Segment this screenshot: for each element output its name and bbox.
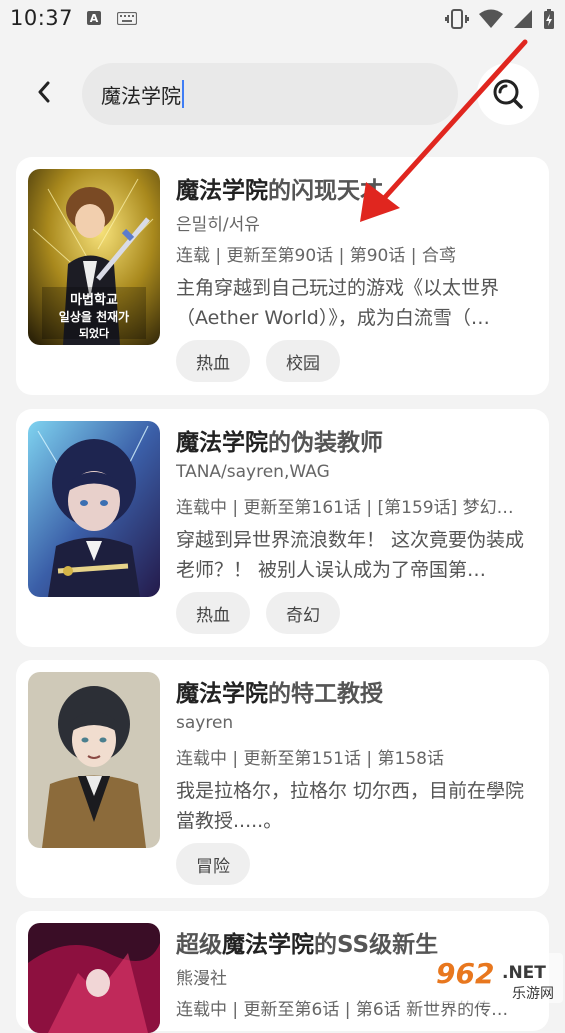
result-title[interactable]: 魔法学院的特工教授: [176, 674, 383, 708]
vibrate-icon: [445, 9, 469, 29]
result-title[interactable]: 魔法学院的闪现天才: [176, 171, 383, 205]
watermark-logo: 962 .NET 乐游网: [428, 953, 563, 1003]
tag-chip[interactable]: 奇幻: [266, 592, 340, 634]
cover-image[interactable]: [28, 421, 160, 597]
watermark-number: 962: [436, 957, 494, 990]
text-caret: [182, 80, 184, 108]
tag-chip[interactable]: 校园: [266, 340, 340, 382]
result-card[interactable]: 魔法学院的特工教授 sayren 连载中 | 更新至第151话 | 第158话 …: [16, 660, 549, 898]
result-title[interactable]: 超级魔法学院的SS级新生: [176, 925, 438, 959]
watermark-sub: 乐游网: [512, 986, 554, 1002]
result-description: 穿越到异世界流浪数年！ 这次竟要伪装成老师？！ 被别人误认成为了帝国第…: [176, 529, 525, 581]
search-icon: [493, 79, 523, 109]
result-info: 连载中 | 更新至第151话 | 第158话: [176, 749, 444, 769]
back-button[interactable]: [22, 72, 66, 112]
font-a-icon: A: [87, 11, 101, 25]
search-input[interactable]: 魔法学院: [82, 63, 458, 125]
cover-image[interactable]: 마법학교 일상을 천재가 되었다: [28, 169, 160, 345]
status-bar: 10:37 A: [0, 0, 565, 40]
result-title[interactable]: 魔法学院的伪装教师: [176, 423, 383, 457]
tag-chip[interactable]: 热血: [176, 592, 250, 634]
cover-image[interactable]: [28, 672, 160, 848]
status-time: 10:37: [10, 6, 74, 30]
watermark-suffix: .NET: [502, 963, 546, 983]
svg-text:되었다: 되었다: [79, 326, 110, 340]
result-description: 我是拉格尔，拉格尔 切尔西，目前在學院當教授.....。: [176, 780, 525, 832]
wifi-icon: [479, 9, 503, 28]
result-info: 连载 | 更新至第90话 | 第90话 | 合鸢: [176, 246, 456, 266]
tag-chip[interactable]: 热血: [176, 340, 250, 382]
result-info: 连载中 | 更新至第161话 | [第159话] 梦幻…: [176, 498, 514, 518]
svg-text:마법학교: 마법학교: [70, 292, 118, 308]
signal-icon: [514, 10, 532, 28]
svg-text:일상을 천재가: 일상을 천재가: [59, 309, 129, 324]
tag-list: 热血 校园: [176, 340, 340, 382]
search-button[interactable]: [477, 63, 539, 125]
tag-list: 冒险: [176, 843, 250, 885]
cover-image[interactable]: [28, 923, 160, 1033]
battery-charging-icon: [544, 9, 554, 29]
result-authors: TANA/sayren,WAG: [176, 462, 330, 482]
search-query-text: 魔法学院: [101, 83, 181, 108]
status-right-icons: [445, 8, 555, 30]
result-authors: 은밀히/서유: [176, 215, 260, 235]
result-authors: sayren: [176, 713, 234, 733]
result-description: 主角穿越到自己玩过的游戏《以太世界（Aether World）》，成为白流雪（…: [176, 277, 500, 329]
result-card[interactable]: 마법학교 일상을 천재가 되었다 魔法学院的闪现天才 은밀히/서유 连载 | 更…: [16, 157, 549, 395]
keyboard-icon: [117, 12, 137, 25]
tag-list: 热血 奇幻: [176, 592, 340, 634]
chevron-left-icon: [38, 81, 50, 103]
tag-chip[interactable]: 冒险: [176, 843, 250, 885]
result-card[interactable]: 魔法学院的伪装教师 TANA/sayren,WAG 连载中 | 更新至第161话…: [16, 409, 549, 647]
